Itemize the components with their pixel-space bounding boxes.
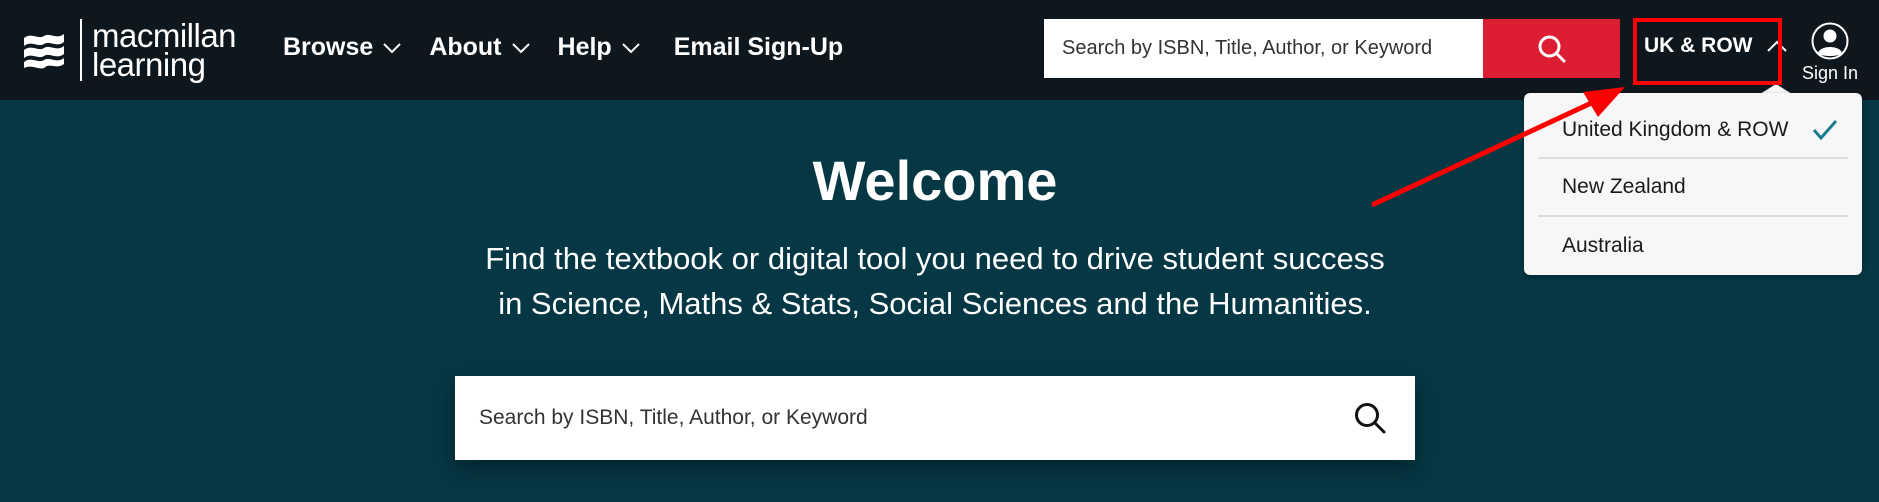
- nav-help[interactable]: Help: [558, 33, 640, 62]
- hero-search-input[interactable]: [455, 376, 1353, 460]
- logo-wordmark: macmillan learning: [92, 19, 237, 83]
- region-dropdown-menu: United Kingdom & ROW New Zealand Austral…: [1524, 93, 1862, 275]
- nav-help-label: Help: [557, 33, 612, 61]
- region-option-australia[interactable]: Australia: [1538, 217, 1848, 275]
- chevron-down-icon: [621, 42, 640, 53]
- sign-in-button[interactable]: Sign In: [1800, 22, 1860, 84]
- nav-about[interactable]: About: [429, 33, 530, 62]
- region-option-uk-row[interactable]: United Kingdom & ROW: [1538, 93, 1848, 159]
- region-option-label: Australia: [1562, 234, 1644, 257]
- region-selector[interactable]: UK & ROW: [1644, 34, 1787, 58]
- user-circle-icon: [1811, 22, 1849, 60]
- main-nav: Browse About Help Email Sign-Up: [283, 33, 871, 62]
- chevron-down-icon: [383, 42, 402, 53]
- chevron-up-icon: [1766, 40, 1787, 52]
- nav-email-signup[interactable]: Email Sign-Up: [674, 33, 843, 62]
- region-selector-label: UK & ROW: [1644, 34, 1753, 57]
- book-pages-icon: [24, 34, 64, 69]
- header-search-button[interactable]: [1483, 19, 1620, 78]
- site-header: macmillan learning Browse About Help Ema…: [0, 0, 1879, 100]
- region-option-new-zealand[interactable]: New Zealand: [1538, 159, 1848, 217]
- region-option-label: New Zealand: [1562, 175, 1686, 198]
- search-icon[interactable]: [1353, 401, 1387, 435]
- welcome-subtitle-line-2: in Science, Maths & Stats, Social Scienc…: [498, 286, 1372, 321]
- region-option-label: United Kingdom & ROW: [1562, 118, 1789, 141]
- nav-email-signup-label: Email Sign-Up: [673, 33, 844, 61]
- hero-search-bar: [455, 376, 1415, 460]
- header-search-input[interactable]: [1044, 19, 1483, 78]
- logo-divider: [80, 19, 82, 81]
- logo-line-2: learning: [92, 46, 206, 83]
- nav-browse[interactable]: Browse: [283, 33, 402, 62]
- search-icon: [1538, 35, 1565, 62]
- macmillan-learning-logo[interactable]: macmillan learning: [22, 18, 237, 83]
- nav-about-label: About: [429, 33, 502, 61]
- chevron-down-icon: [511, 42, 530, 53]
- checkmark-icon: [1812, 120, 1838, 141]
- sign-in-label: Sign In: [1801, 63, 1859, 83]
- nav-browse-label: Browse: [283, 33, 374, 61]
